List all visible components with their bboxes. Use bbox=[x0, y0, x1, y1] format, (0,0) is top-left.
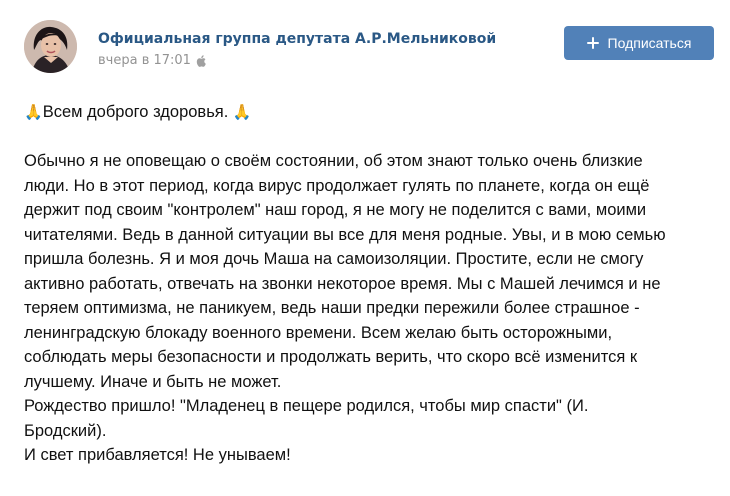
text-line: активно работать, отвечать на звонки нек… bbox=[24, 274, 661, 293]
text-line: лучшему. Иначе и быть не может. bbox=[24, 372, 282, 391]
text-line: Обычно я не оповещаю о своём состоянии, … bbox=[24, 152, 643, 170]
apple-icon bbox=[196, 54, 206, 67]
text-line: И свет прибавляется! Не унываем! bbox=[24, 446, 291, 464]
post-meta: вчера в 17:01 bbox=[98, 52, 206, 69]
text-line: теряем оптимизма, не паникуем, ведь наши… bbox=[24, 299, 640, 317]
greeting-text: Всем доброго здоровья. bbox=[42, 103, 233, 121]
subscribe-button[interactable]: Подписаться bbox=[564, 26, 714, 60]
text-line: люди. Но в этот период, когда вирус прод… bbox=[24, 176, 650, 195]
avatar[interactable] bbox=[24, 20, 77, 73]
subscribe-label: Подписаться bbox=[607, 35, 692, 51]
praying-hands-icon: 🙏 bbox=[24, 103, 43, 121]
post-time[interactable]: вчера в 17:01 bbox=[98, 52, 191, 69]
text-line: читателями. Ведь в данной ситуации вы вс… bbox=[24, 225, 666, 244]
text-line: Бродский). bbox=[24, 421, 107, 440]
post: Официальная группа депутата А.Р.Мельнико… bbox=[0, 0, 730, 496]
text-line: пришла болезнь. Я и моя дочь Маша на сам… bbox=[24, 250, 644, 268]
plus-icon bbox=[586, 37, 599, 49]
praying-hands-icon: 🙏 bbox=[232, 103, 252, 121]
text-line: Рождество пришло! "Младенец в пещере род… bbox=[24, 397, 589, 415]
post-text: 🙏Всем доброго здоровья. 🙏 Обычно я не оп… bbox=[24, 100, 714, 468]
avatar-photo bbox=[24, 20, 77, 73]
greeting-line: 🙏Всем доброго здоровья. 🙏 bbox=[24, 100, 714, 125]
text-line: соблюдать меры безопасности и продолжать… bbox=[24, 348, 638, 366]
post-author-link[interactable]: Официальная группа депутата А.Р.Мельнико… bbox=[98, 30, 496, 48]
text-line: держит под своим "контролем" наш город, … bbox=[24, 201, 647, 219]
text-line: ленинградскую блокаду военного времени. … bbox=[24, 323, 613, 342]
